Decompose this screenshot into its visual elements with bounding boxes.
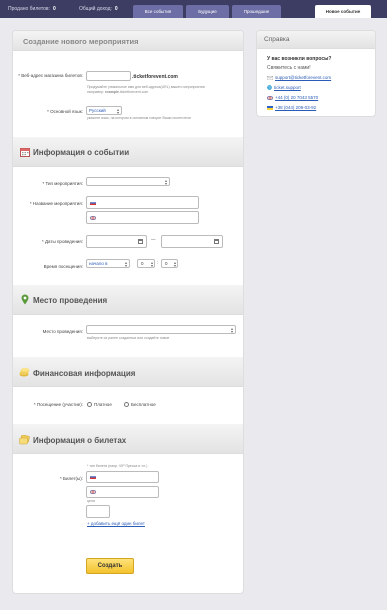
skype-link[interactable]: ticket.support [274, 85, 301, 90]
date-range-dash: — [151, 237, 156, 242]
support-email-link[interactable]: support@ticketforevent.com [275, 75, 331, 80]
start-date-input[interactable] [86, 235, 147, 248]
help-title: Справка [264, 36, 290, 43]
visit-time-label: Время посещения: [43, 264, 83, 269]
free-option-label[interactable]: Бесплатное [131, 402, 156, 407]
sold-value: 0 [52, 6, 56, 12]
shop-url-input[interactable] [86, 71, 131, 81]
event-name-label: * Название мероприятия: [29, 201, 83, 206]
attendance-label: * Посещение (участие): [33, 402, 83, 407]
ru-flag-icon [90, 475, 96, 479]
support-email-row[interactable]: support@ticketforevent.com [267, 75, 331, 80]
url-example: например: example.ticketforevent.com [87, 90, 148, 95]
venue-select[interactable]: ▴ ▾ [86, 325, 236, 334]
venue-hint: выберите из ранее созданных или создайте… [87, 336, 170, 340]
event-name-ru-input[interactable] [86, 196, 199, 209]
income-stat: Общий доход: 0 [79, 6, 118, 12]
add-ticket-link[interactable]: + добавить ещё один билет [87, 521, 145, 526]
section-title-finance: Финансовая информация [33, 369, 136, 378]
event-type-label: * Тип мероприятия: [42, 181, 83, 186]
coins-icon [19, 364, 30, 382]
language-value: Русский [89, 108, 106, 113]
time-mode-value: начало в [89, 261, 108, 266]
ticket-type-hint: * тип билета (напр. VIP Пресса и т.п.) [87, 464, 148, 468]
tab-new-event[interactable]: Новое событие [315, 5, 371, 18]
tab-all-events[interactable]: Все события [133, 5, 183, 18]
url-suffix: .ticketforevent.com [132, 74, 178, 80]
phone-uk-row[interactable]: +44 (0) 20 7043 5570 [267, 95, 318, 100]
uk-flag-icon [267, 95, 273, 100]
venue-label: Место проведения: [42, 329, 83, 334]
calendar-icon[interactable] [214, 239, 219, 244]
uk-flag-icon [90, 216, 96, 220]
sold-stat: Продано билетов: 0 [8, 6, 56, 12]
ticket-name-en-input[interactable] [86, 486, 159, 498]
select-arrows-icon: ▴ ▾ [116, 107, 119, 115]
phone-uk-link[interactable]: +44 (0) 20 7043 5570 [275, 95, 318, 100]
minute-select[interactable]: 0 ▴ ▾ [161, 259, 178, 268]
url-example-name: example [104, 90, 119, 94]
sold-label: Продано билетов: [8, 6, 50, 12]
phone-ua-row[interactable]: +38 (044) 209-03-92 [267, 105, 316, 110]
event-type-select[interactable]: ▴ ▾ [86, 177, 170, 186]
select-arrows-icon: ▴ ▾ [124, 260, 127, 268]
help-question: У вас возникли вопросы? [267, 56, 332, 62]
url-example-domain: .ticketforevent.com [118, 90, 149, 94]
hour-value: 0 [141, 261, 144, 266]
tab-past[interactable]: Прошедшие [232, 5, 281, 18]
calendar-icon[interactable] [138, 239, 143, 244]
language-select[interactable]: Русский ▴ ▾ [86, 106, 122, 115]
uk-flag-icon [90, 490, 96, 494]
language-label: * Основной язык: [47, 109, 83, 114]
url-example-prefix: например: [87, 90, 104, 94]
email-icon [267, 75, 273, 80]
section-title-tickets: Информация о билетах [33, 436, 127, 445]
select-arrows-icon: ▴ ▾ [150, 260, 153, 268]
create-button[interactable]: Создать [86, 558, 134, 574]
calendar-icon [20, 144, 30, 162]
ticket-price-input[interactable] [86, 505, 110, 518]
paid-option-label[interactable]: Платное [94, 402, 112, 407]
section-title-venue: Место проведения [33, 296, 108, 305]
ua-flag-icon [267, 105, 273, 110]
page-title: Создание нового мероприятия [23, 37, 139, 46]
time-mode-select[interactable]: начало в ▴ ▾ [86, 259, 130, 268]
top-bar: Продано билетов: 0 Общий доход: 0 Все собы… [0, 0, 387, 18]
url-label: * Веб-адрес магазина билетов: [18, 73, 83, 78]
tickets-label: * Билет(ы): [60, 476, 83, 481]
end-date-input[interactable] [161, 235, 223, 248]
skype-icon: S [267, 85, 272, 91]
skype-row[interactable]: Sticket.support [267, 85, 301, 91]
select-arrows-icon: ▴ ▾ [164, 178, 167, 186]
ru-flag-icon [90, 201, 96, 205]
create-event-panel: Создание нового мероприятия * Веб-адрес … [12, 30, 244, 594]
tab-upcoming[interactable]: Будущие [186, 5, 229, 18]
minute-value: 0 [165, 261, 168, 266]
hour-select[interactable]: 0 ▴ ▾ [137, 259, 155, 268]
income-label: Общий доход: [79, 6, 112, 12]
event-name-en-input[interactable] [86, 211, 199, 224]
language-hint: укажите язык, на котором в основном гово… [87, 116, 191, 120]
time-colon: : [157, 260, 159, 265]
price-hint: цена [87, 499, 95, 503]
phone-ua-link[interactable]: +38 (044) 209-03-92 [275, 105, 316, 110]
help-panel [256, 30, 376, 117]
dates-label: * Даты проведения: [42, 239, 83, 244]
map-pin-icon [21, 292, 29, 310]
income-value: 0 [114, 6, 118, 12]
select-arrows-icon: ▴ ▾ [173, 260, 176, 268]
free-radio[interactable] [124, 402, 129, 407]
section-title-info: Информация о событии [33, 148, 130, 157]
help-contact: Свяжитесь с нами! [267, 65, 311, 71]
select-arrows-icon: ▴ ▾ [230, 326, 233, 334]
tickets-icon [19, 432, 30, 450]
ticket-name-ru-input[interactable] [86, 471, 159, 483]
paid-radio[interactable] [87, 402, 92, 407]
